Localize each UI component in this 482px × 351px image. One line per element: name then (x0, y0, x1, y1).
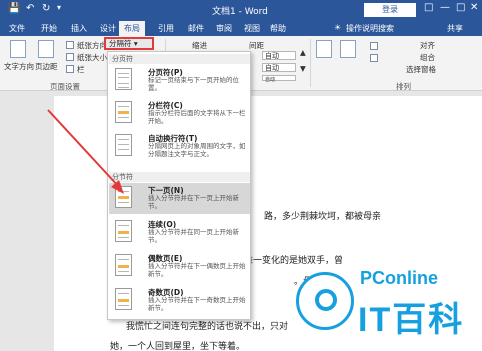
watermark-name: IT百科 (358, 301, 465, 339)
pconline-logo-icon (296, 272, 354, 330)
watermark-brand: PConline (360, 268, 439, 288)
pconline-watermark: PConline IT百科 (290, 248, 480, 348)
